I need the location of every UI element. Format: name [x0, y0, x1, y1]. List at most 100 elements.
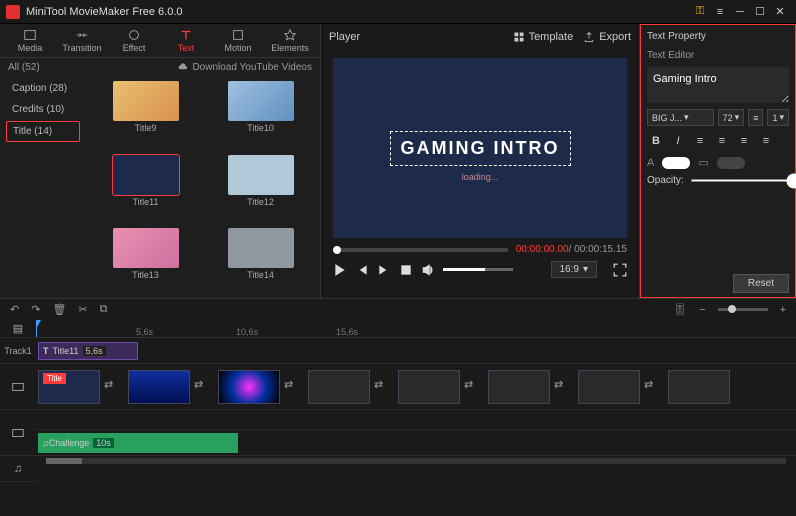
font-size-select[interactable]: 72 ▾	[718, 109, 745, 126]
fill-toggle[interactable]	[662, 157, 690, 169]
thumb-title9[interactable]	[113, 81, 179, 121]
prev-frame-button[interactable]	[355, 263, 369, 277]
transition-slot-6[interactable]: ⇄	[554, 378, 572, 396]
thumb-title10[interactable]	[228, 81, 294, 121]
aspect-select[interactable]: 16:9▾	[551, 261, 598, 278]
transition-slot-3[interactable]: ⇄	[284, 378, 302, 396]
transition-slot-2[interactable]: ⇄	[194, 378, 212, 396]
menu-icon[interactable]: ≡	[710, 2, 730, 22]
zoom-out-button[interactable]: −	[699, 304, 705, 316]
audio-track-icon[interactable]: ♫	[0, 456, 36, 482]
chevron-down-icon: ▾	[583, 264, 588, 275]
tab-transition[interactable]: Transition	[56, 26, 108, 55]
play-button[interactable]	[333, 263, 347, 277]
outline-icon: ▭	[698, 156, 708, 169]
volume-icon[interactable]	[421, 263, 435, 277]
align-center-button[interactable]: ≡	[713, 132, 731, 150]
transition-slot-5[interactable]: ⇄	[464, 378, 482, 396]
app-title: MiniTool MovieMaker Free 6.0.0	[26, 6, 690, 18]
timeline-audio-icon[interactable]: 🎚	[673, 303, 687, 316]
video-clip-1[interactable]: Title	[38, 370, 100, 404]
thumb-title14[interactable]	[228, 228, 294, 268]
track1-label: Track1	[0, 338, 36, 364]
cloud-download-icon	[178, 63, 188, 73]
line-height-select[interactable]: 1 ▾	[767, 109, 789, 126]
template-button[interactable]: Template	[513, 31, 574, 43]
line-spacing-icon[interactable]: ≡	[748, 109, 763, 126]
split-button[interactable]: ✂	[78, 303, 87, 316]
zoom-in-button[interactable]: +	[780, 304, 786, 316]
player-label: Player	[329, 31, 360, 43]
premium-key-icon[interactable]: ⚿	[690, 2, 710, 22]
tab-motion[interactable]: Motion	[212, 26, 264, 55]
minimize-button[interactable]: ─	[730, 2, 750, 22]
transition-slot-1[interactable]: ⇄	[104, 378, 122, 396]
redo-button[interactable]: ↷	[31, 303, 40, 316]
export-button[interactable]: Export	[583, 31, 631, 43]
audio-clip[interactable]: ♫ Challenge 10s	[38, 433, 238, 453]
seek-bar[interactable]	[333, 248, 508, 252]
stop-button[interactable]	[399, 263, 413, 277]
video-clip-3[interactable]	[218, 370, 280, 404]
opacity-label: Opacity:	[647, 175, 684, 186]
timeline-ruler[interactable]: 5,6s 10,6s 15,6s	[36, 320, 796, 338]
opacity-slider[interactable]	[690, 179, 796, 182]
player-viewport[interactable]: GAMING INTRO loading...	[333, 58, 627, 238]
category-all[interactable]: All (52)	[8, 62, 40, 73]
transition-slot-7[interactable]: ⇄	[644, 378, 662, 396]
next-frame-button[interactable]	[377, 263, 391, 277]
volume-slider[interactable]	[443, 268, 513, 271]
empty-clip-4[interactable]	[578, 370, 640, 404]
tab-effect[interactable]: Effect	[108, 26, 160, 55]
category-title[interactable]: Title (14)	[6, 121, 80, 142]
align-justify-button[interactable]: ≡	[757, 132, 775, 150]
align-left-button[interactable]: ≡	[691, 132, 709, 150]
outline-toggle[interactable]	[717, 157, 745, 169]
loading-text: loading...	[462, 172, 499, 182]
time-current: 00:00:00.00	[516, 244, 569, 255]
align-right-button[interactable]: ≡	[735, 132, 753, 150]
timeline-add-button[interactable]: ▤	[0, 320, 36, 338]
video-track-2-icon[interactable]	[0, 410, 36, 456]
tab-media[interactable]: Media	[4, 26, 56, 55]
time-total: / 00:00:15.15	[569, 244, 627, 255]
text-overlay[interactable]: GAMING INTRO	[390, 131, 571, 166]
download-youtube-button[interactable]: Download YouTube Videos	[178, 62, 312, 73]
template-icon	[513, 31, 525, 43]
panel-title: Text Property	[647, 29, 789, 44]
title-clip[interactable]: TTitle11 5,6s	[38, 342, 138, 360]
transition-slot-4[interactable]: ⇄	[374, 378, 392, 396]
empty-clip-3[interactable]	[488, 370, 550, 404]
empty-clip-1[interactable]	[308, 370, 370, 404]
tab-text[interactable]: Text	[160, 26, 212, 55]
fullscreen-button[interactable]	[613, 263, 627, 277]
text-editor-label: Text Editor	[647, 50, 789, 61]
reset-button[interactable]: Reset	[733, 274, 789, 293]
text-content-input[interactable]	[647, 67, 789, 103]
italic-button[interactable]: I	[669, 132, 687, 150]
empty-clip-2[interactable]	[398, 370, 460, 404]
crop-button[interactable]: ⧉	[100, 303, 108, 316]
video-clip-2[interactable]	[128, 370, 190, 404]
export-icon	[583, 31, 595, 43]
close-button[interactable]: ✕	[770, 2, 790, 22]
delete-button[interactable]: 🗑	[52, 303, 66, 316]
empty-clip-5[interactable]	[668, 370, 730, 404]
text-property-panel: Text Property Text Editor BIG J... ▾ 72 …	[640, 24, 796, 298]
thumb-title13[interactable]	[113, 228, 179, 268]
app-logo	[6, 5, 20, 19]
undo-button[interactable]: ↶	[10, 303, 19, 316]
zoom-slider[interactable]	[718, 308, 768, 311]
text-color-icon: A	[647, 157, 654, 169]
maximize-button[interactable]: ☐	[750, 2, 770, 22]
playhead[interactable]	[36, 320, 37, 337]
timeline-scrollbar[interactable]	[46, 458, 786, 464]
bold-button[interactable]: B	[647, 132, 665, 150]
video-track-icon[interactable]	[0, 364, 36, 410]
tab-elements[interactable]: Elements	[264, 26, 316, 55]
category-credits[interactable]: Credits (10)	[6, 100, 80, 119]
category-caption[interactable]: Caption (28)	[6, 79, 80, 98]
thumb-title12[interactable]	[228, 155, 294, 195]
font-select[interactable]: BIG J... ▾	[647, 109, 714, 126]
thumb-title11[interactable]	[113, 155, 179, 195]
